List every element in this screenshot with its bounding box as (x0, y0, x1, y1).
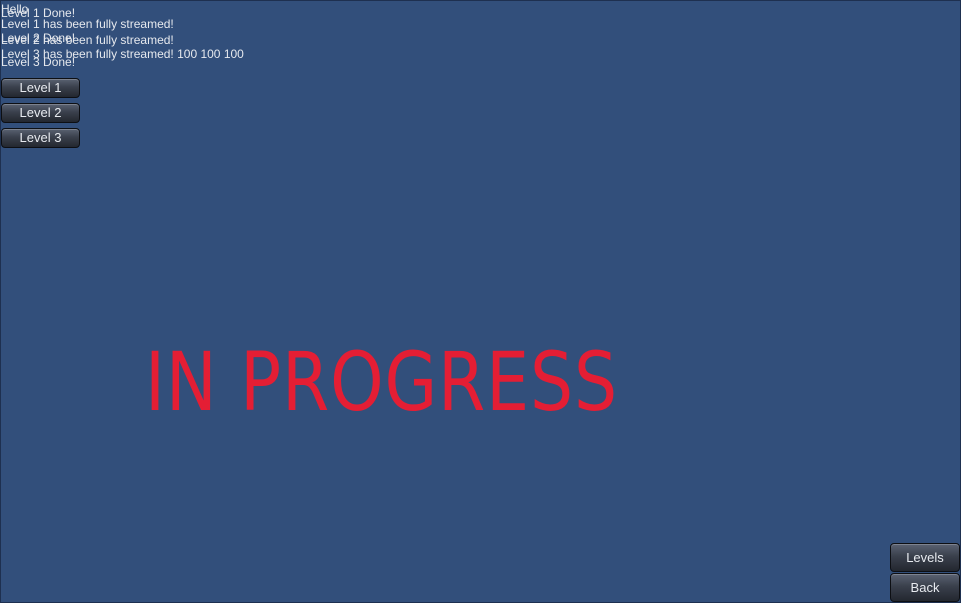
level-2-button[interactable]: Level 2 (1, 103, 80, 123)
game-viewport-frame (0, 0, 961, 603)
back-button[interactable]: Back (890, 573, 960, 602)
levels-button[interactable]: Levels (890, 543, 960, 572)
level-3-button[interactable]: Level 3 (1, 128, 80, 148)
log-line: Level 3 Done! (1, 55, 76, 69)
log-line: Level 1 has been fully streamed! (1, 17, 174, 31)
in-progress-banner: IN PROGRESS (145, 336, 619, 430)
level-1-button[interactable]: Level 1 (1, 78, 80, 98)
log-line: Level 2 has been fully streamed! (1, 33, 174, 47)
